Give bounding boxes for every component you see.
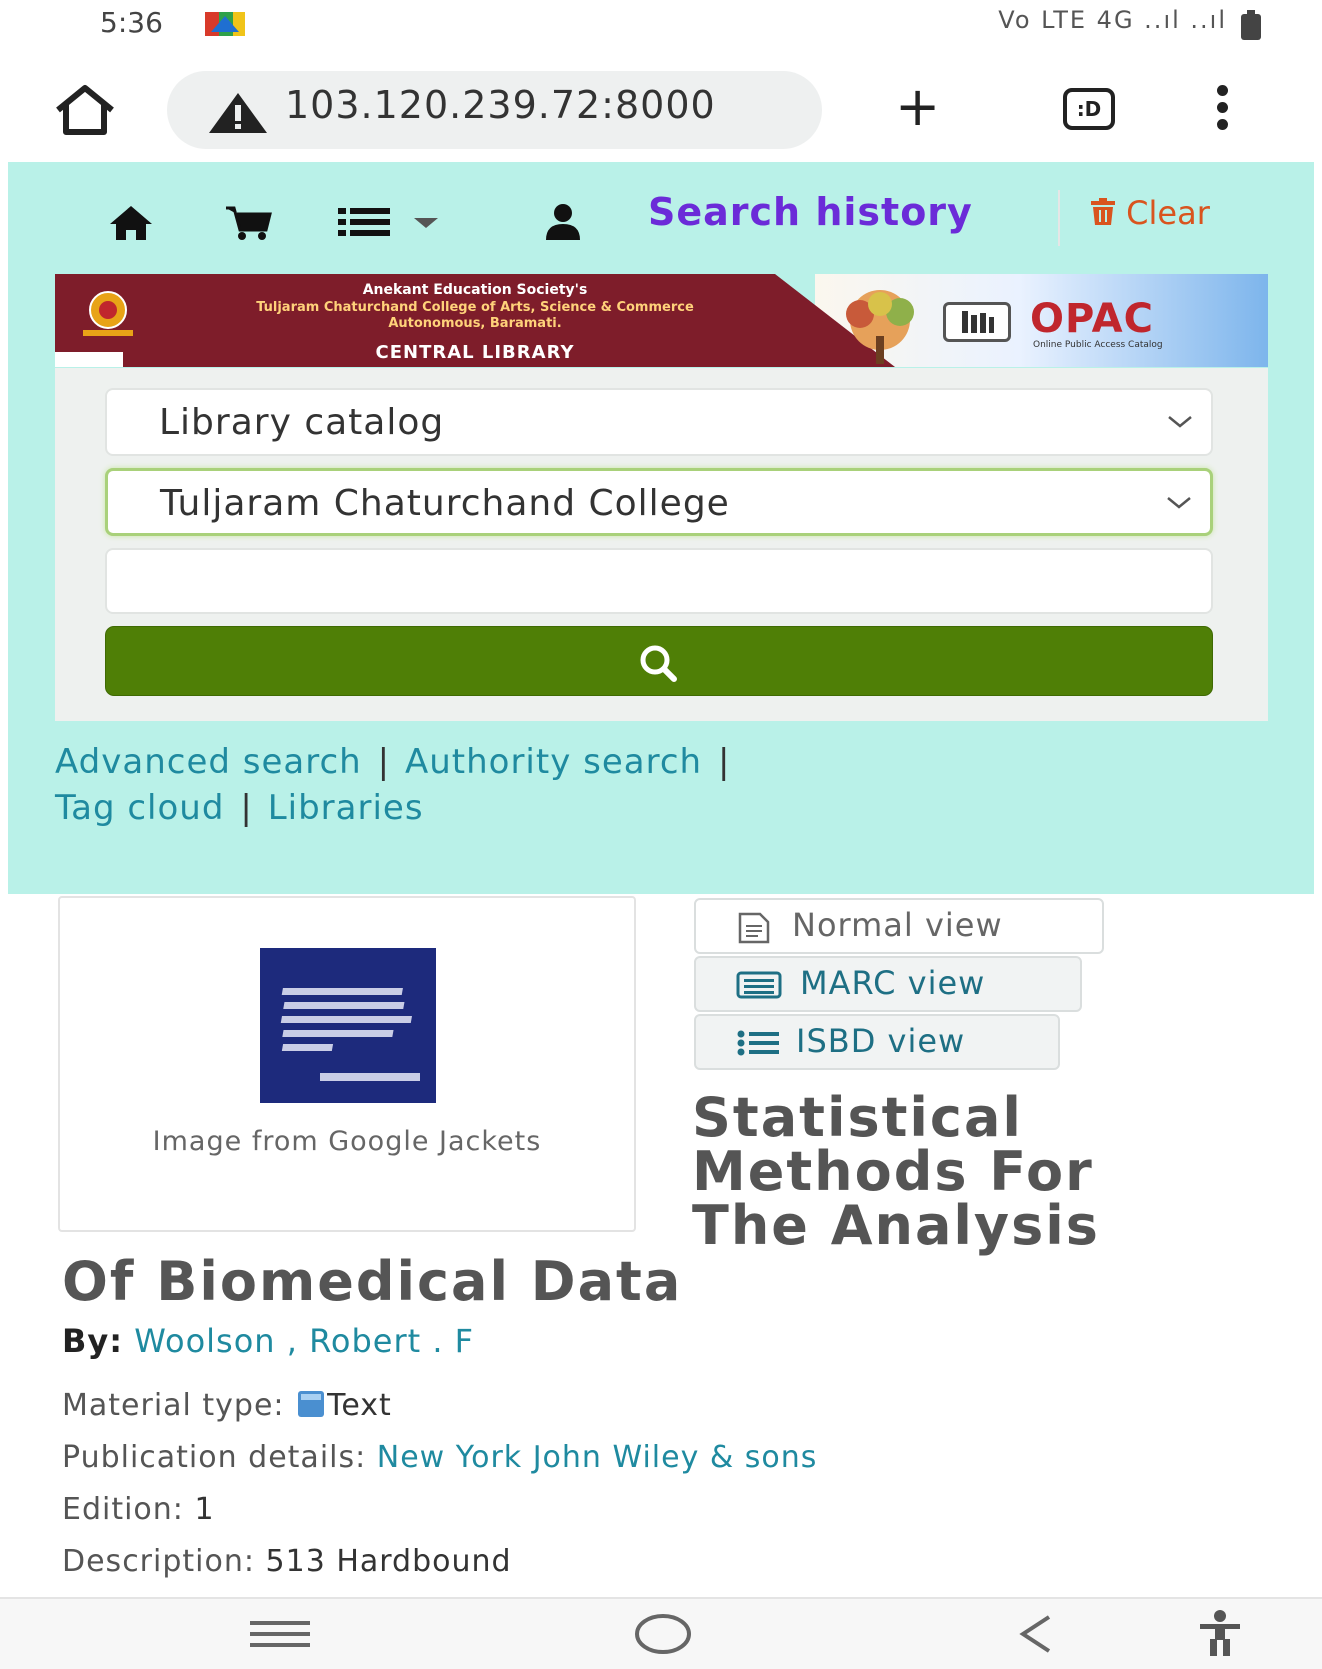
new-tab-button[interactable]: + <box>895 80 940 134</box>
tab-switcher-button[interactable]: :D <box>1063 88 1115 130</box>
warning-icon[interactable] <box>207 91 269 135</box>
clear-history-button[interactable]: Clear <box>1090 194 1210 234</box>
chevron-down-icon <box>1166 491 1192 513</box>
recent-apps-icon[interactable] <box>250 1619 310 1653</box>
material-type-value: Text <box>327 1388 392 1423</box>
cover-caption: Image from Google Jackets <box>152 1126 542 1157</box>
catalog-select[interactable]: Library catalog <box>105 388 1213 456</box>
battery-icon <box>1240 10 1262 40</box>
isbd-view-label: ISBD view <box>796 1022 966 1060</box>
browser-toolbar: 103.120.239.72:8000 + :D <box>0 55 1322 162</box>
search-input[interactable] <box>105 548 1213 614</box>
material-type-row: Material type: Text <box>62 1388 392 1427</box>
library-select-value: Tuljaram Chaturchand College <box>160 483 730 524</box>
marc-view-button[interactable]: MARC view <box>694 956 1082 1012</box>
address-bar[interactable]: 103.120.239.72:8000 <box>167 71 822 149</box>
user-icon[interactable] <box>543 202 583 242</box>
app-flag-icon <box>205 10 245 38</box>
opac-header: Search history Clear Anekant Education S… <box>8 162 1314 894</box>
accessibility-icon[interactable] <box>1198 1609 1242 1661</box>
back-icon[interactable] <box>1015 1613 1055 1659</box>
status-time: 5:36 <box>100 6 163 39</box>
libraries-link[interactable]: Libraries <box>268 788 424 828</box>
list-icon[interactable] <box>338 202 442 242</box>
banner-autonomous: Autonomous, Baramati. <box>388 316 562 331</box>
edition-value: 1 <box>194 1492 215 1527</box>
publication-label: Publication details: <box>62 1440 367 1475</box>
link-separator: | <box>707 742 730 782</box>
record-title-line-3: The Analysis <box>692 1194 1100 1257</box>
record-title-line-4: Of Biomedical Data <box>62 1250 683 1313</box>
list-icon <box>737 1030 779 1056</box>
library-select[interactable]: Tuljaram Chaturchand College <box>105 468 1213 536</box>
book-icon <box>295 1389 327 1427</box>
status-bar: 5:36 Vo LTE 4G ..ıl ..ıl <box>0 0 1322 55</box>
clear-label: Clear <box>1126 194 1210 232</box>
description-value: 513 Hardbound <box>265 1544 512 1579</box>
browser-home-icon[interactable] <box>52 82 118 138</box>
search-icon <box>640 645 677 682</box>
author-link[interactable]: Woolson , Robert . F <box>134 1322 474 1360</box>
home-circle-icon[interactable] <box>634 1613 692 1659</box>
book-cover-image[interactable] <box>260 948 436 1103</box>
normal-view-button[interactable]: Normal view <box>694 898 1104 954</box>
search-history-link[interactable]: Search history <box>648 190 973 234</box>
document-icon <box>738 912 770 944</box>
search-button[interactable] <box>105 626 1213 696</box>
trash-icon <box>1090 196 1116 234</box>
publication-link[interactable]: New York John Wiley & sons <box>377 1440 818 1475</box>
books-icon <box>943 302 1011 342</box>
advanced-search-link[interactable]: Advanced search <box>55 742 362 782</box>
link-separator: | <box>229 788 263 828</box>
system-nav-bar <box>0 1597 1322 1669</box>
description-label: Description: <box>62 1544 255 1579</box>
search-panel: Library catalog Tuljaram Chaturchand Col… <box>55 368 1268 721</box>
edition-label: Edition: <box>62 1492 184 1527</box>
tag-cloud-link[interactable]: Tag cloud <box>55 788 224 828</box>
publication-row: Publication details: New York John Wiley… <box>62 1440 817 1475</box>
isbd-view-button[interactable]: ISBD view <box>694 1014 1060 1070</box>
authority-search-link[interactable]: Authority search <box>405 742 702 782</box>
link-separator: | <box>366 742 400 782</box>
library-banner: Anekant Education Society's Tuljaram Cha… <box>55 274 1268 367</box>
by-label: By: <box>62 1322 124 1360</box>
record-author-row: By: Woolson , Robert . F <box>62 1322 474 1360</box>
search-links-row2: Tag cloud | Libraries <box>55 786 1255 836</box>
status-indicators: Vo LTE 4G ..ıl ..ıl <box>998 6 1227 34</box>
tree-logo-icon <box>825 286 935 366</box>
browser-menu-icon[interactable] <box>1212 85 1232 135</box>
banner-society: Anekant Education Society's <box>362 282 588 298</box>
marc-view-label: MARC view <box>800 964 986 1002</box>
header-divider <box>1058 190 1060 246</box>
search-links: Advanced search | Authority search | <box>55 740 1255 790</box>
description-row: Description: 513 Hardbound <box>62 1544 512 1579</box>
chevron-down-icon <box>1167 410 1193 432</box>
banner-central-library: CENTRAL LIBRARY <box>375 342 575 363</box>
cart-icon[interactable] <box>224 202 274 242</box>
opac-logo-text: OPAC <box>1030 296 1154 342</box>
url-text: 103.120.239.72:8000 <box>285 83 716 127</box>
normal-view-label: Normal view <box>792 906 1003 944</box>
banner-college: Tuljaram Chaturchand College of Arts, Sc… <box>256 300 694 315</box>
marc-list-icon <box>736 971 782 999</box>
catalog-select-value: Library catalog <box>159 402 445 443</box>
material-type-label: Material type: <box>62 1388 285 1423</box>
home-icon[interactable] <box>108 202 154 242</box>
cover-image-box: Image from Google Jackets <box>58 896 636 1232</box>
opac-subtitle: Online Public Access Catalog <box>1033 340 1163 350</box>
edition-row: Edition: 1 <box>62 1492 215 1527</box>
